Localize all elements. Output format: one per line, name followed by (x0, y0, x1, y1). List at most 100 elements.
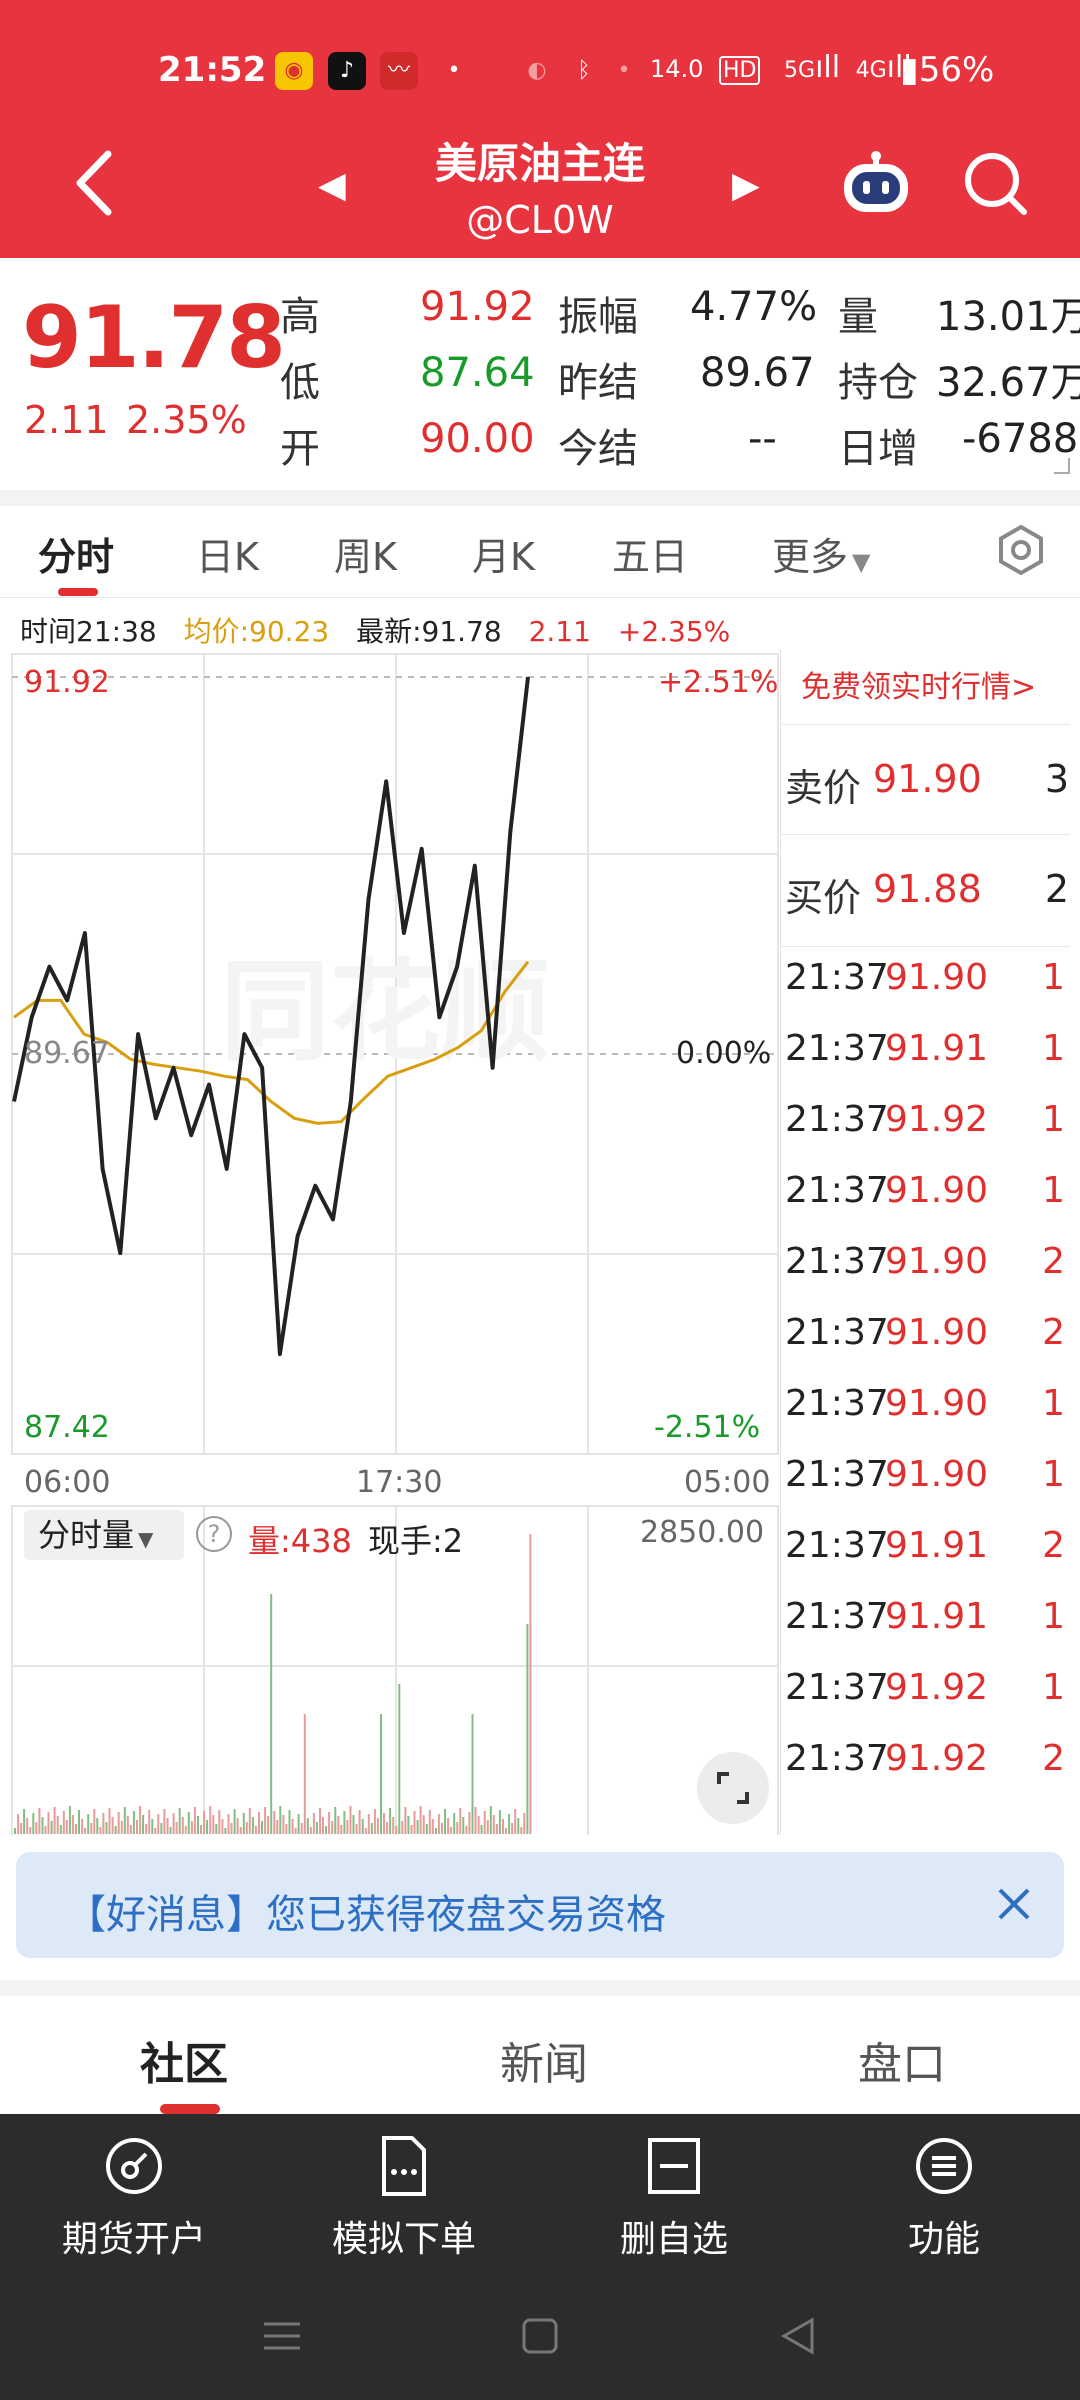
last-price: 91.78 (22, 288, 286, 388)
volume-bar (267, 1816, 270, 1834)
open-account-label: 期货开户 (61, 2219, 206, 2260)
tick-row: 21:37 91.90 1 (781, 1444, 1070, 1514)
volume-bar (84, 1828, 87, 1834)
tick-time: 21:37 (785, 1241, 889, 1282)
volume-bar (47, 1812, 50, 1834)
good-news-banner[interactable]: 【好消息】您已获得夜盘交易资格 (16, 1852, 1064, 1958)
functions-button[interactable]: 功能 (844, 2134, 1044, 2262)
volume-bar (364, 1828, 367, 1834)
remove-watchlist-button[interactable]: 删自选 (574, 2134, 774, 2262)
tick-price: 91.90 (885, 1454, 989, 1495)
status-bar: 21:52 ◉ ♪ 〰 • ◐ ᛒ • 14.0 HD 5Gıll 4Gıll … (0, 50, 1080, 96)
fullscreen-icon[interactable] (697, 1752, 769, 1824)
daily-change-label: 日增 (838, 426, 918, 472)
volume-bar (160, 1823, 163, 1834)
volume-bar (136, 1820, 138, 1834)
amplitude-label: 振幅 (558, 294, 638, 340)
volume-bar (172, 1813, 175, 1834)
volume-bar (254, 1826, 257, 1834)
volume-bar (215, 1824, 218, 1834)
open-account-button[interactable]: 期货开户 (34, 2134, 234, 2262)
network-4g: 4G (855, 58, 887, 83)
buy-price-row: 买价 91.88 2 (781, 834, 1070, 944)
volume-bar (190, 1821, 193, 1834)
realtime-quote-promo[interactable]: 免费领实时行情> (781, 662, 1070, 706)
next-contract-icon[interactable]: ▶ (732, 165, 760, 206)
close-icon[interactable] (992, 1882, 1036, 1926)
open-interest-value: 32.67万 (936, 360, 1080, 406)
simulated-order-button[interactable]: 模拟下单 (304, 2134, 504, 2262)
open-interest-label: 持仓 (838, 360, 918, 406)
tab-monthly-k[interactable]: 月K (472, 526, 535, 581)
tick-price: 91.92 (885, 1667, 989, 1708)
x-axis-mid: 17:30 (356, 1465, 443, 1500)
volume-max: 2850.00 (640, 1515, 765, 1550)
network-5g: 5G (784, 58, 816, 83)
volume-bar (230, 1823, 233, 1834)
volume-bar (203, 1811, 206, 1834)
tick-row: 21:37 91.90 1 (781, 1160, 1070, 1230)
volume-bar (117, 1812, 120, 1834)
system-home-icon[interactable] (518, 2314, 562, 2358)
system-menu-icon[interactable] (260, 2314, 304, 2358)
volume-bar (251, 1817, 254, 1834)
active-tab-indicator (160, 2104, 220, 2114)
tab-news[interactable]: 新闻 (500, 2028, 588, 2092)
active-tab-indicator (58, 588, 98, 596)
volume-bar (68, 1806, 71, 1834)
volume-bar (212, 1815, 215, 1834)
tick-volume: 1 (1042, 1454, 1065, 1495)
volume-bar (486, 1820, 489, 1834)
tab-community[interactable]: 社区 (140, 2028, 228, 2092)
low-label: 低 (280, 360, 320, 406)
volume-bar (352, 1815, 355, 1834)
info-time: 时间21:38 (20, 615, 157, 648)
volume-bar (480, 1825, 483, 1834)
volume-bar (367, 1814, 370, 1834)
volume-bar (187, 1812, 190, 1834)
expand-corner-icon[interactable] (1054, 458, 1070, 474)
settle-value: -- (748, 416, 777, 462)
volume-bar (526, 1624, 529, 1834)
tab-daily-k[interactable]: 日K (196, 526, 259, 581)
tab-more[interactable]: 更多 ▼ (772, 526, 870, 581)
tab-intraday[interactable]: 分时 (38, 526, 114, 581)
chevron-down-icon: ▼ (138, 1527, 154, 1551)
settings-icon[interactable] (995, 524, 1047, 576)
chart-tabs: 分时 日K 周K 月K 五日 更多 ▼ (0, 506, 1080, 598)
volume-bar (441, 1823, 443, 1834)
intraday-chart[interactable]: 同花顺 (0, 650, 780, 1835)
volume-bar (62, 1811, 65, 1834)
contract-code: @CL0W (466, 198, 614, 242)
help-icon[interactable]: ? (196, 1516, 232, 1552)
volume-bar (401, 1821, 404, 1834)
volume-bar (328, 1812, 331, 1834)
tab-five-day[interactable]: 五日 (612, 526, 688, 581)
tick-price: 91.90 (885, 1383, 989, 1424)
tab-weekly-k[interactable]: 周K (334, 526, 397, 581)
volume-bar (422, 1815, 425, 1834)
tick-time: 21:37 (785, 1454, 889, 1495)
volume-type-select[interactable]: 分时量 ▼ (24, 1510, 184, 1560)
back-arrow-icon[interactable] (70, 148, 120, 218)
robot-assistant-icon[interactable] (838, 150, 914, 216)
volume-bar (508, 1814, 511, 1834)
volume-bar (407, 1816, 410, 1834)
volume-bar (383, 1813, 385, 1834)
tick-row: 21:37 91.91 1 (781, 1018, 1070, 1088)
volume-bar (514, 1809, 517, 1834)
volume-bar (50, 1821, 53, 1834)
tick-list: 21:37 91.90 1 21:37 91.91 1 21:37 91.92 1 21:37 91… (781, 946, 1070, 1835)
search-icon[interactable] (962, 150, 1028, 216)
system-back-icon[interactable] (776, 2314, 820, 2358)
volume-bar (358, 1810, 361, 1834)
volume-bar (459, 1808, 462, 1834)
tick-volume: 1 (1042, 957, 1065, 998)
tick-row: 21:37 91.92 1 (781, 1089, 1070, 1159)
low-value: 87.64 (420, 350, 535, 396)
tab-order-book[interactable]: 盘口 (858, 2028, 946, 2092)
daily-change-value: -6788 (962, 416, 1079, 462)
tick-volume: 2 (1042, 1525, 1065, 1566)
volume-bar (425, 1824, 428, 1834)
tick-row: 21:37 91.90 2 (781, 1302, 1070, 1372)
